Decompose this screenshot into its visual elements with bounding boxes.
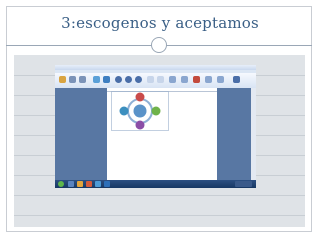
rotate-icon[interactable]	[217, 76, 224, 83]
start-icon[interactable]	[58, 181, 64, 187]
font-icon[interactable]	[79, 76, 86, 83]
layout-icon[interactable]	[157, 76, 164, 83]
center-node	[133, 104, 147, 118]
layout-icon[interactable]	[147, 76, 154, 83]
panel-line	[14, 195, 305, 196]
word-screenshot	[55, 65, 256, 188]
style-icon[interactable]	[115, 76, 122, 83]
ribbon-toolbar[interactable]	[55, 73, 256, 89]
group-icon[interactable]	[205, 76, 212, 83]
cycle-diagram[interactable]	[111, 91, 169, 131]
style-icon[interactable]	[135, 76, 142, 83]
style-icon[interactable]	[125, 76, 132, 83]
align-icon[interactable]	[181, 76, 188, 83]
slide-title: 3:escogenos y aceptamos	[61, 14, 259, 32]
shape-icon[interactable]	[93, 76, 100, 83]
smartart-icon[interactable]	[103, 76, 110, 83]
taskbar-app-icon[interactable]	[68, 181, 74, 187]
paste-icon[interactable]	[59, 76, 66, 83]
panel-line	[14, 215, 305, 216]
taskbar-app-icon[interactable]	[77, 181, 83, 187]
left-node	[119, 106, 129, 116]
workspace-left	[55, 88, 107, 180]
taskbar-app-icon[interactable]	[95, 181, 101, 187]
arrange-icon[interactable]	[169, 76, 176, 83]
taskbar	[55, 180, 256, 188]
word-taskbar-icon[interactable]	[104, 181, 110, 187]
right-node	[151, 106, 161, 116]
system-tray[interactable]	[235, 181, 252, 187]
top-node	[135, 92, 145, 102]
vertical-scrollbar[interactable]	[251, 88, 256, 180]
bottom-node	[135, 120, 145, 130]
taskbar-app-icon[interactable]	[86, 181, 92, 187]
format-icon[interactable]	[69, 76, 76, 83]
color-icon[interactable]	[193, 76, 200, 83]
divider-ornament	[151, 37, 167, 53]
size-icon[interactable]	[233, 76, 240, 83]
